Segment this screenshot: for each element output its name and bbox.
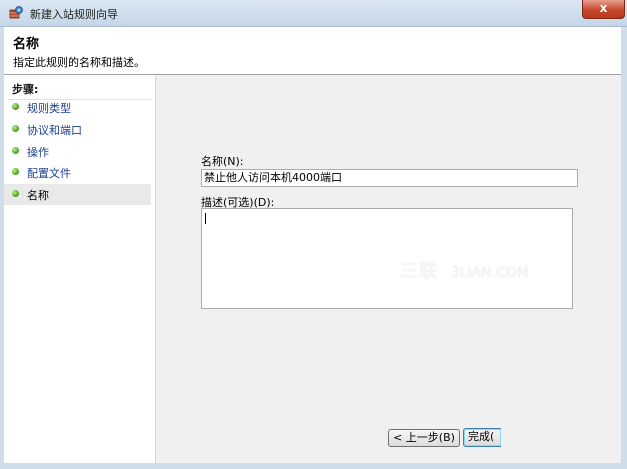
step-action[interactable]: 操作 bbox=[4, 141, 151, 162]
steps-heading: 步骤: bbox=[12, 83, 39, 96]
title-bar[interactable]: 新建入站规则向导 x bbox=[0, 0, 627, 27]
green-bullet-icon bbox=[12, 125, 19, 132]
back-button[interactable]: < 上一步(B) bbox=[388, 429, 460, 447]
page-subtitle: 指定此规则的名称和描述。 bbox=[13, 56, 145, 69]
site-watermark: 三联 3LIAN.COM bbox=[400, 257, 529, 283]
green-bullet-icon bbox=[12, 190, 19, 197]
green-bullet-icon bbox=[12, 168, 19, 175]
wizard-header: 名称 指定此规则的名称和描述。 bbox=[4, 27, 621, 75]
watermark-en: 3LIAN.COM bbox=[450, 265, 529, 281]
firewall-shield-icon bbox=[9, 6, 23, 19]
step-label: 规则类型 bbox=[27, 102, 71, 115]
step-name-current[interactable]: 名称 bbox=[4, 184, 151, 205]
step-label: 名称 bbox=[27, 189, 49, 202]
green-bullet-icon bbox=[12, 147, 19, 154]
step-label: 协议和端口 bbox=[27, 124, 82, 137]
finish-button[interactable]: 完成( bbox=[463, 428, 501, 447]
name-field-label: 名称(N): bbox=[201, 155, 244, 168]
wizard-content: 名称(N): 禁止他人访问本机4000端口 描述(可选)(D): 三联 3LIA… bbox=[156, 75, 621, 463]
close-icon: x bbox=[599, 1, 608, 15]
step-profile[interactable]: 配置文件 bbox=[4, 162, 151, 183]
page-title: 名称 bbox=[13, 37, 40, 52]
step-label: 操作 bbox=[27, 146, 49, 159]
watermark-cn: 三联 bbox=[400, 261, 438, 282]
steps-sidebar: 步骤: 规则类型 协议和端口 操作 配置文件 名称 bbox=[4, 75, 156, 463]
window-title: 新建入站规则向导 bbox=[30, 8, 118, 21]
step-protocol-and-ports[interactable]: 协议和端口 bbox=[4, 119, 151, 140]
name-input[interactable]: 禁止他人访问本机4000端口 bbox=[201, 169, 578, 187]
text-caret bbox=[205, 213, 206, 224]
step-label: 配置文件 bbox=[27, 167, 71, 180]
green-bullet-icon bbox=[12, 103, 19, 110]
step-rule-type[interactable]: 规则类型 bbox=[4, 97, 151, 118]
close-button[interactable]: x bbox=[582, 0, 625, 19]
